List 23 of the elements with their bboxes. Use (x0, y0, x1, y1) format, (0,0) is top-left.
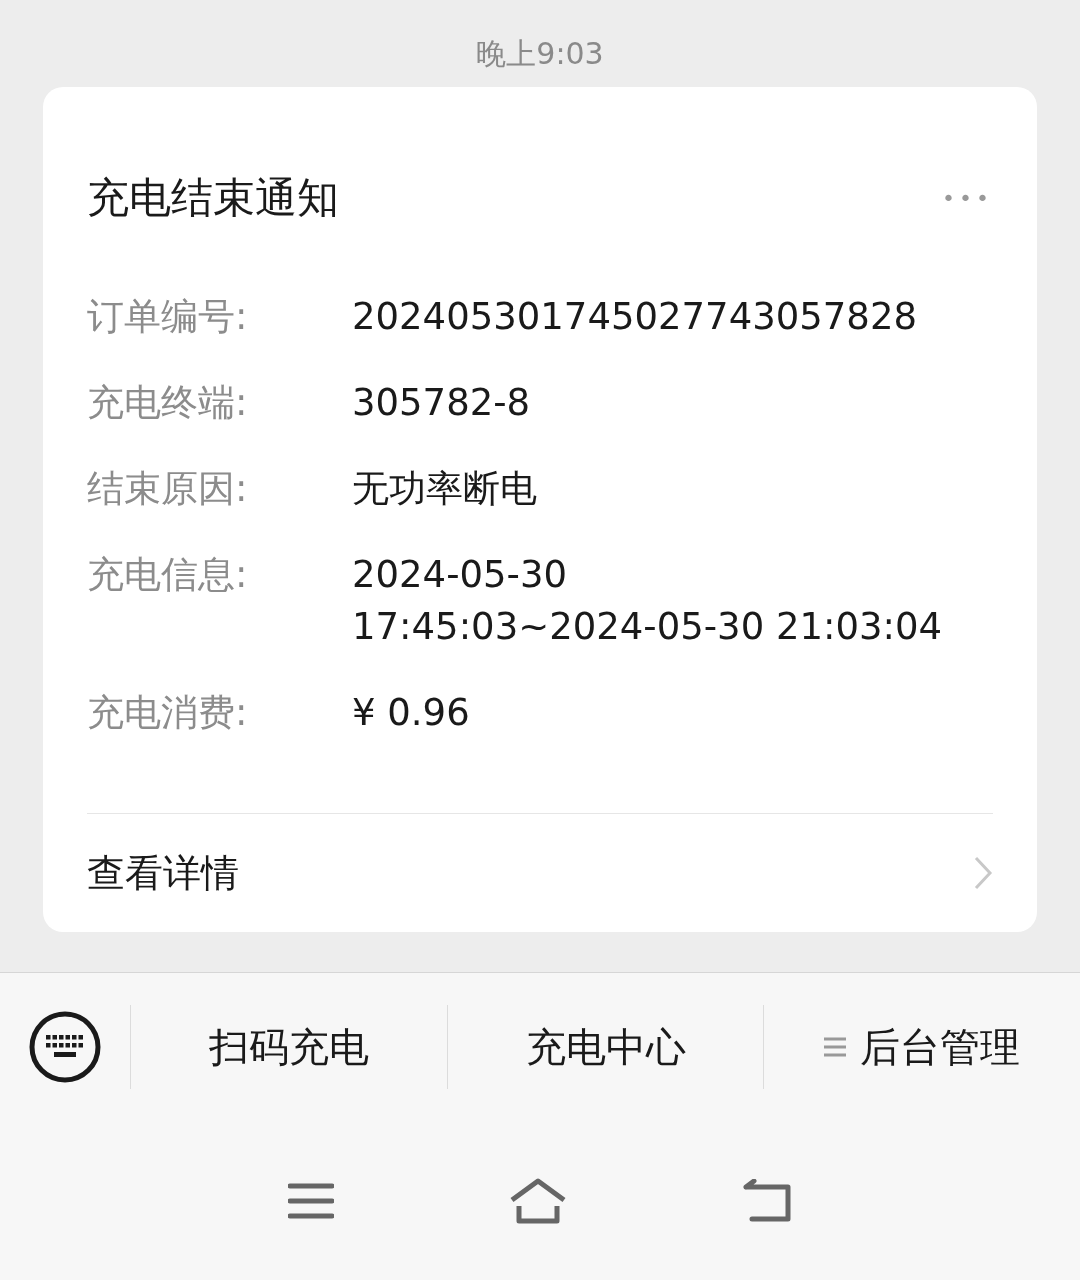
field-label: 充电信息: (87, 552, 249, 598)
chevron-right-icon (973, 855, 993, 891)
field-label: 充电终端: (87, 380, 249, 426)
field-label: 充电消费: (87, 690, 249, 736)
card-title: 充电结束通知 (87, 172, 339, 224)
list-icon (824, 1037, 847, 1057)
menu-icon[interactable] (287, 1181, 334, 1220)
field-label: 订单编号: (87, 294, 249, 340)
menu-button[interactable]: 扫码充电 (130, 1005, 447, 1089)
field-value: 17:45:03~2024-05-30 21:03:04 (352, 604, 943, 650)
field-value: 305782-8 (352, 380, 531, 426)
field-value: 无功率断电 (352, 466, 537, 512)
back-icon[interactable] (742, 1178, 793, 1223)
field-label: 结束原因: (87, 466, 249, 512)
menu-button[interactable]: 后台管理 (763, 1005, 1080, 1089)
field-value: ¥ 0.96 (352, 690, 470, 736)
keyboard-icon[interactable] (28, 1010, 102, 1084)
status-time: 晚上9:03 (476, 36, 604, 71)
menu-button[interactable]: 充电中心 (446, 1005, 764, 1089)
field-value: 2024-05-30 (352, 552, 569, 598)
field-value: 202405301745027743057828 (352, 294, 917, 340)
home-icon[interactable] (509, 1177, 567, 1224)
details-link[interactable]: 查看详情 (87, 847, 239, 899)
